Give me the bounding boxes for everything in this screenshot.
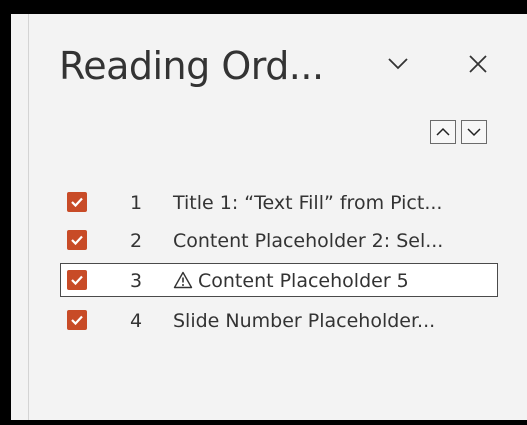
item-checkbox[interactable] bbox=[67, 230, 87, 250]
pane-title: Reading Ord... bbox=[59, 44, 324, 88]
item-label-wrap: Content Placeholder 5 bbox=[173, 270, 409, 292]
chevron-up-icon bbox=[436, 127, 450, 136]
list-item-selected[interactable]: 3 Content Placeholder 5 bbox=[60, 263, 498, 297]
item-number: 2 bbox=[130, 230, 143, 252]
move-down-button[interactable] bbox=[461, 120, 487, 144]
checkmark-icon bbox=[71, 197, 83, 208]
item-checkbox[interactable] bbox=[67, 192, 87, 212]
warning-icon bbox=[173, 271, 193, 289]
item-number: 4 bbox=[130, 310, 143, 332]
item-number: 1 bbox=[130, 192, 143, 214]
chevron-down-icon bbox=[388, 58, 408, 70]
item-checkbox[interactable] bbox=[67, 270, 87, 290]
checkmark-icon bbox=[71, 315, 83, 326]
item-label: Content Placeholder 2: Sel... bbox=[173, 230, 444, 252]
list-item[interactable]: 2 Content Placeholder 2: Sel... bbox=[60, 223, 498, 257]
item-label: Title 1: “Text Fill” from Pict... bbox=[173, 192, 443, 214]
pane-divider bbox=[28, 14, 29, 420]
item-number: 3 bbox=[130, 270, 143, 292]
close-icon bbox=[469, 55, 487, 73]
checkmark-icon bbox=[71, 235, 83, 246]
move-up-button[interactable] bbox=[430, 120, 456, 144]
list-item[interactable]: 4 Slide Number Placeholder... bbox=[60, 303, 498, 337]
item-label: Content Placeholder 5 bbox=[198, 270, 409, 292]
chevron-down-icon bbox=[467, 128, 481, 137]
item-label: Slide Number Placeholder... bbox=[173, 310, 436, 332]
item-checkbox[interactable] bbox=[67, 310, 87, 330]
pane-options-button[interactable] bbox=[384, 50, 412, 78]
checkmark-icon bbox=[71, 275, 83, 286]
close-button[interactable] bbox=[464, 50, 492, 78]
list-item[interactable]: 1 Title 1: “Text Fill” from Pict... bbox=[60, 185, 498, 219]
